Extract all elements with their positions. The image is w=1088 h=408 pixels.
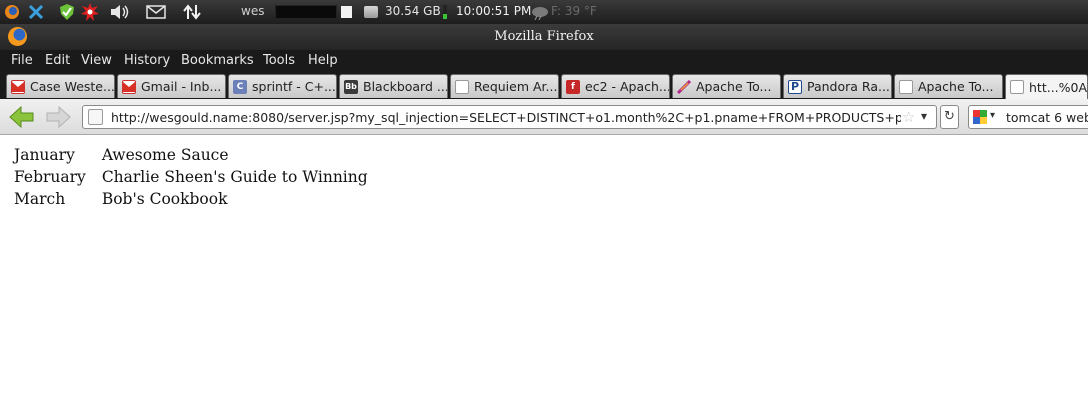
cplusplus-icon: C xyxy=(233,79,247,94)
shield-check-icon[interactable] xyxy=(58,3,76,21)
network-level-indicator xyxy=(443,5,447,19)
product-cell: Awesome Sauce xyxy=(101,146,229,164)
firefox-icon[interactable] xyxy=(4,3,20,21)
network-arrows-icon[interactable] xyxy=(182,3,202,21)
month-cell: March xyxy=(14,190,66,208)
page-content: January Awesome Sauce February Charlie S… xyxy=(0,136,1088,408)
weather-icon xyxy=(531,3,549,21)
tab-apache-tomcat[interactable]: Apache To... xyxy=(672,74,781,98)
gmail-icon xyxy=(122,79,136,94)
reload-button[interactable]: ↻ xyxy=(940,105,959,129)
page-icon xyxy=(455,79,469,94)
tab-sprintf[interactable]: C sprintf - C+... xyxy=(228,74,337,98)
results-table: January Awesome Sauce February Charlie S… xyxy=(12,146,370,212)
page-icon xyxy=(1010,80,1024,94)
disk-icon xyxy=(364,6,378,18)
blackboard-icon: Bb xyxy=(344,79,358,94)
google-icon[interactable] xyxy=(973,110,987,124)
tab-label: htt...%0A xyxy=(1029,79,1088,95)
tab-label: ec2 - Apach... xyxy=(585,79,670,94)
burst-icon[interactable] xyxy=(81,3,99,21)
tab-requiem[interactable]: Requiem Ar... xyxy=(450,74,559,98)
x-tools-icon[interactable] xyxy=(28,3,44,21)
product-cell: Charlie Sheen's Guide to Winning xyxy=(101,168,368,186)
back-button[interactable] xyxy=(8,105,36,129)
ec2-icon: f xyxy=(566,79,580,94)
page-icon xyxy=(899,79,913,94)
tab-case-western[interactable]: Case Weste... xyxy=(6,74,115,98)
weather-label: F: 39 °F xyxy=(551,4,597,18)
table-row: February Charlie Sheen's Guide to Winnin… xyxy=(12,168,370,190)
system-panel: wes 30.54 GB 10:00:51 PM F: 39 °F xyxy=(0,0,1088,24)
panel-username: wes xyxy=(241,4,265,18)
tab-label: Requiem Ar... xyxy=(474,79,558,94)
url-history-dropdown-icon[interactable]: ▾ xyxy=(921,109,927,123)
search-input[interactable]: tomcat 6 web xyxy=(1006,110,1088,125)
tab-pandora[interactable]: P Pandora Ra... xyxy=(783,74,892,98)
tab-current-query[interactable]: htt...%0A xyxy=(1005,74,1088,99)
tab-apache-tomcat-2[interactable]: Apache To... xyxy=(894,74,1003,98)
url-input[interactable]: http://wesgould.name:8080/server.jsp?my_… xyxy=(111,110,901,125)
tab-label: Blackboard ... xyxy=(363,79,448,94)
search-engine-dropdown-icon[interactable]: ▾ xyxy=(990,110,995,121)
menu-tools[interactable]: Tools xyxy=(263,53,295,68)
tab-label: Apache To... xyxy=(696,79,772,94)
tab-gmail[interactable]: Gmail - Inb... xyxy=(117,74,226,98)
mail-icon[interactable] xyxy=(146,3,166,21)
navigation-toolbar: http://wesgould.name:8080/server.jsp?my_… xyxy=(0,99,1088,135)
month-cell: February xyxy=(14,168,86,186)
cpu-graph xyxy=(275,5,337,19)
memory-indicator xyxy=(341,6,352,18)
disk-free-label: 30.54 GB xyxy=(385,4,441,18)
tab-label: sprintf - C+... xyxy=(252,79,336,94)
volume-icon[interactable] xyxy=(109,3,131,21)
window-title: Mozilla Firefox xyxy=(494,29,594,44)
tab-ec2-apache[interactable]: f ec2 - Apach... xyxy=(561,74,670,98)
feather-icon xyxy=(677,79,691,94)
window-titlebar[interactable]: Mozilla Firefox xyxy=(0,24,1088,50)
table-row: March Bob's Cookbook xyxy=(12,190,370,212)
tab-label: Apache To... xyxy=(918,79,994,94)
bookmark-star-icon[interactable]: ☆ xyxy=(902,108,915,126)
tab-label: Pandora Ra... xyxy=(807,79,890,94)
menu-bookmarks[interactable]: Bookmarks xyxy=(181,53,254,68)
pandora-icon: P xyxy=(788,79,802,94)
search-bar[interactable]: ▾ tomcat 6 web xyxy=(968,105,1088,129)
product-cell: Bob's Cookbook xyxy=(101,190,228,208)
panel-clock[interactable]: 10:00:51 PM xyxy=(456,4,531,18)
menu-view[interactable]: View xyxy=(81,53,112,68)
menu-help[interactable]: Help xyxy=(308,53,338,68)
menu-edit[interactable]: Edit xyxy=(45,53,70,68)
menu-file[interactable]: File xyxy=(11,53,33,68)
tab-bar: Case Weste... Gmail - Inb... C sprintf -… xyxy=(0,72,1088,99)
url-bar[interactable]: http://wesgould.name:8080/server.jsp?my_… xyxy=(82,105,937,129)
menu-bar: File Edit View History Bookmarks Tools H… xyxy=(0,50,1088,72)
table-row: January Awesome Sauce xyxy=(12,146,370,168)
tab-blackboard[interactable]: Bb Blackboard ... xyxy=(339,74,448,98)
month-cell: January xyxy=(14,146,75,164)
tab-label: Case Weste... xyxy=(30,79,115,94)
gmail-icon xyxy=(11,79,25,94)
page-identity-icon[interactable] xyxy=(88,109,103,125)
tab-label: Gmail - Inb... xyxy=(141,79,222,94)
forward-button[interactable] xyxy=(44,105,72,129)
menu-history[interactable]: History xyxy=(124,53,170,68)
